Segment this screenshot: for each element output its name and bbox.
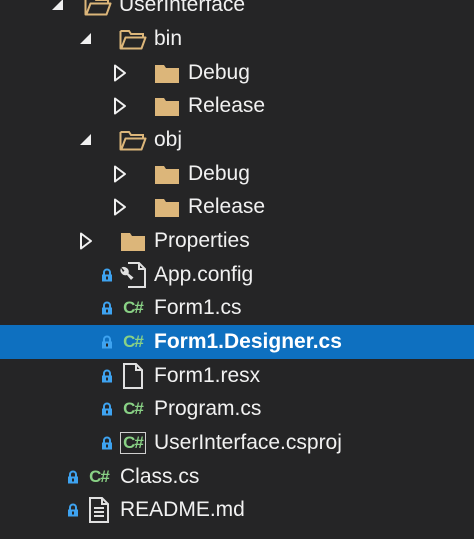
tree-row[interactable]: Form1.resx bbox=[0, 359, 474, 393]
collapsed-caret-icon[interactable] bbox=[110, 56, 130, 90]
csharp-file-icon: C# bbox=[123, 332, 144, 351]
tree-row[interactable]: Debug bbox=[0, 56, 474, 90]
tree-item-label: README.md bbox=[120, 498, 245, 521]
folder-icon bbox=[150, 89, 184, 123]
expanded-caret-icon[interactable] bbox=[76, 22, 96, 56]
tree-item-label: Debug bbox=[188, 162, 250, 185]
tree-item-label: Form1.resx bbox=[154, 364, 261, 387]
solution-explorer-tree: UserInterface bin Debug Release obj Debug Rele… bbox=[0, 0, 474, 539]
tree-row[interactable]: obj bbox=[0, 123, 474, 157]
collapsed-caret-icon[interactable] bbox=[110, 190, 130, 224]
expanded-caret-icon[interactable] bbox=[76, 123, 96, 157]
tree-row[interactable]: C# Form1.cs bbox=[0, 291, 474, 325]
tree-item-label: Properties bbox=[154, 229, 250, 252]
collapsed-caret-icon[interactable] bbox=[110, 157, 130, 191]
tree-row[interactable]: C# Program.cs bbox=[0, 392, 474, 426]
tree-item-label: obj bbox=[154, 128, 183, 151]
folder-open-icon bbox=[116, 22, 150, 56]
csharp-file-icon: C# bbox=[123, 399, 144, 418]
lock-icon bbox=[66, 460, 80, 494]
tree-item-label: UserInterface.csproj bbox=[154, 431, 342, 454]
config-file-icon bbox=[116, 258, 150, 292]
lock-icon bbox=[100, 325, 114, 359]
folder-open-icon bbox=[81, 0, 115, 22]
tree-item-label: Debug bbox=[188, 61, 250, 84]
tree-item-label: Form1.Designer.cs bbox=[154, 330, 342, 353]
resource-file-icon bbox=[116, 359, 150, 393]
lock-icon bbox=[66, 493, 80, 527]
lock-icon bbox=[100, 392, 114, 426]
tree-row[interactable]: Release bbox=[0, 89, 474, 123]
folder-icon bbox=[150, 157, 184, 191]
lock-icon bbox=[100, 291, 114, 325]
tree-row[interactable]: C# Form1.Designer.cs bbox=[0, 325, 474, 359]
lock-icon bbox=[100, 426, 114, 460]
folder-icon bbox=[150, 56, 184, 90]
csharp-project-icon: C# bbox=[116, 426, 150, 460]
tree-row[interactable]: App.config bbox=[0, 258, 474, 292]
tree-item-label: Class.cs bbox=[120, 465, 200, 488]
tree-item-label: Program.cs bbox=[154, 397, 262, 420]
folder-icon bbox=[150, 190, 184, 224]
tree-row[interactable]: C# Class.cs bbox=[0, 460, 474, 494]
tree-row[interactable]: Debug bbox=[0, 157, 474, 191]
tree-item-label: Release bbox=[188, 94, 266, 117]
tree-item-label: bin bbox=[154, 27, 183, 50]
csharp-file-icon: C# bbox=[123, 298, 144, 317]
tree-row[interactable]: README.md bbox=[0, 493, 474, 527]
lock-icon bbox=[100, 258, 114, 292]
tree-row[interactable]: bin bbox=[0, 22, 474, 56]
tree-row[interactable]: Release bbox=[0, 190, 474, 224]
collapsed-caret-icon[interactable] bbox=[76, 224, 96, 258]
tree-item-label: Form1.cs bbox=[154, 296, 242, 319]
expanded-caret-icon[interactable] bbox=[48, 0, 68, 22]
folder-open-icon bbox=[116, 123, 150, 157]
csharp-file-icon: C# bbox=[89, 467, 110, 486]
folder-icon bbox=[116, 224, 150, 258]
tree-row[interactable]: Properties bbox=[0, 224, 474, 258]
tree-item-label: App.config bbox=[154, 263, 254, 286]
lock-icon bbox=[100, 359, 114, 393]
tree-row[interactable]: UserInterface bbox=[0, 0, 474, 22]
collapsed-caret-icon[interactable] bbox=[110, 89, 130, 123]
tree-row[interactable]: C# UserInterface.csproj bbox=[0, 426, 474, 460]
tree-item-label: UserInterface bbox=[119, 0, 246, 16]
tree-item-label: Release bbox=[188, 195, 266, 218]
text-file-icon bbox=[82, 493, 116, 527]
